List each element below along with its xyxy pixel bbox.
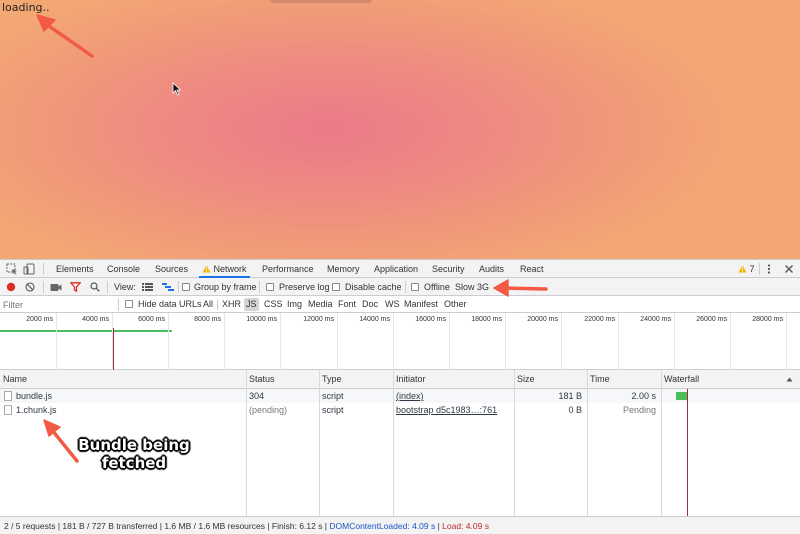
annotation-arrow-throttle (493, 279, 548, 297)
annotation-label: Bundle being fetched (78, 436, 190, 472)
annotation-arrow-loading (36, 14, 94, 58)
